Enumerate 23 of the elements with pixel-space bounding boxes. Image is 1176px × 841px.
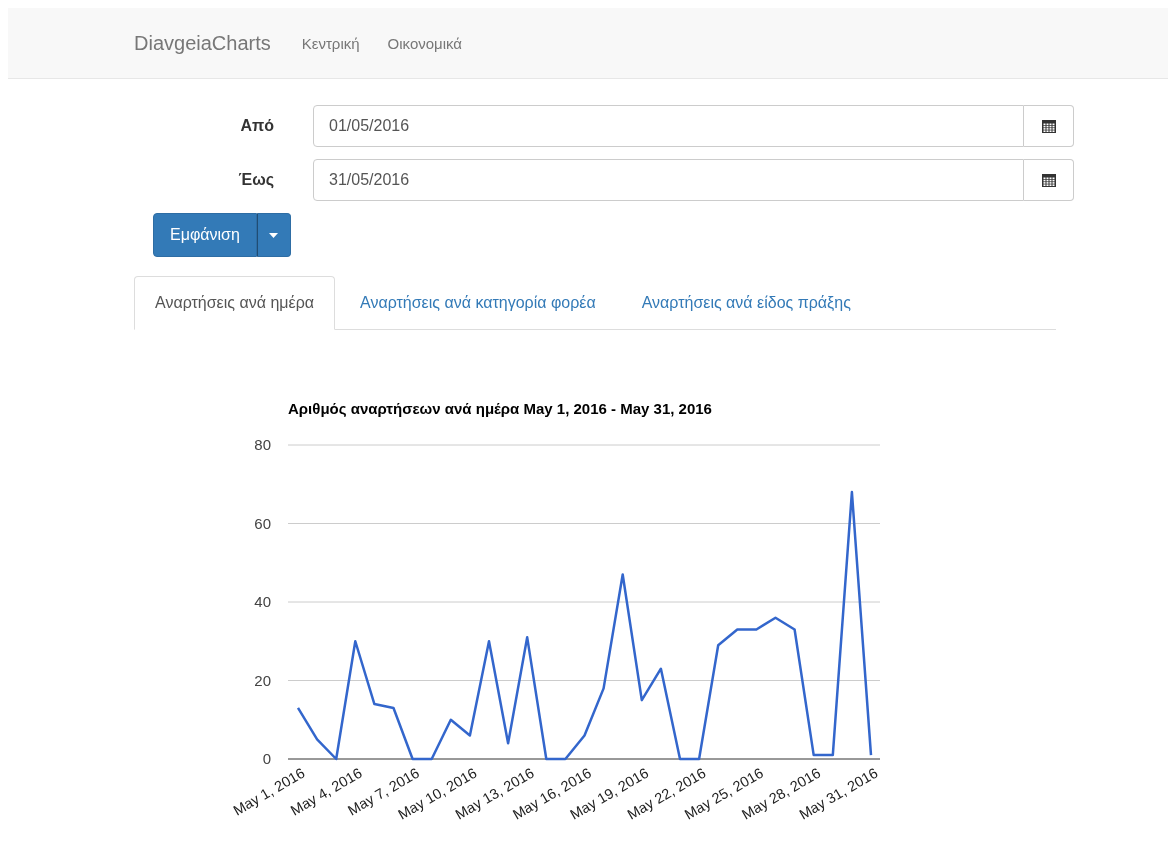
date-field[interactable]: 31/05/2016 bbox=[313, 159, 1024, 201]
y-tick-label: 40 bbox=[254, 593, 271, 610]
y-tick-label: 60 bbox=[254, 514, 271, 532]
dropdown-toggle[interactable] bbox=[256, 213, 291, 257]
date-field[interactable]: 01/05/2016 bbox=[313, 105, 1024, 147]
tab[interactable]: Αναρτήσεις ανά κατηγορία φορέα bbox=[339, 276, 617, 330]
field-label: Από bbox=[239, 117, 275, 135]
nav-link[interactable]: Οικονομικά bbox=[387, 24, 483, 62]
calendar-icon bbox=[1041, 173, 1056, 187]
calendar-icon bbox=[1041, 119, 1056, 133]
brand-link[interactable]: DiavgeiaCharts bbox=[126, 31, 286, 55]
calendar-button[interactable] bbox=[1024, 159, 1074, 201]
nav-link[interactable]: Κεντρική bbox=[301, 24, 380, 62]
y-tick-label: 0 bbox=[262, 750, 271, 767]
y-tick-label: 20 bbox=[254, 671, 271, 689]
field-label: Έως bbox=[237, 171, 275, 189]
chart-title: Αριθμός αναρτήσεων ανά ημέρα May 1, 2016 - May 31, 2016 bbox=[288, 400, 712, 417]
show-button[interactable]: Εμφάνιση bbox=[153, 213, 257, 257]
caret-icon bbox=[269, 232, 279, 238]
tab[interactable]: Αναρτήσεις ανά είδος πράξης bbox=[620, 276, 872, 330]
tab[interactable]: Αναρτήσεις ανά ημέρα bbox=[134, 276, 335, 330]
calendar-button[interactable] bbox=[1024, 105, 1074, 147]
y-tick-label: 80 bbox=[254, 436, 271, 453]
